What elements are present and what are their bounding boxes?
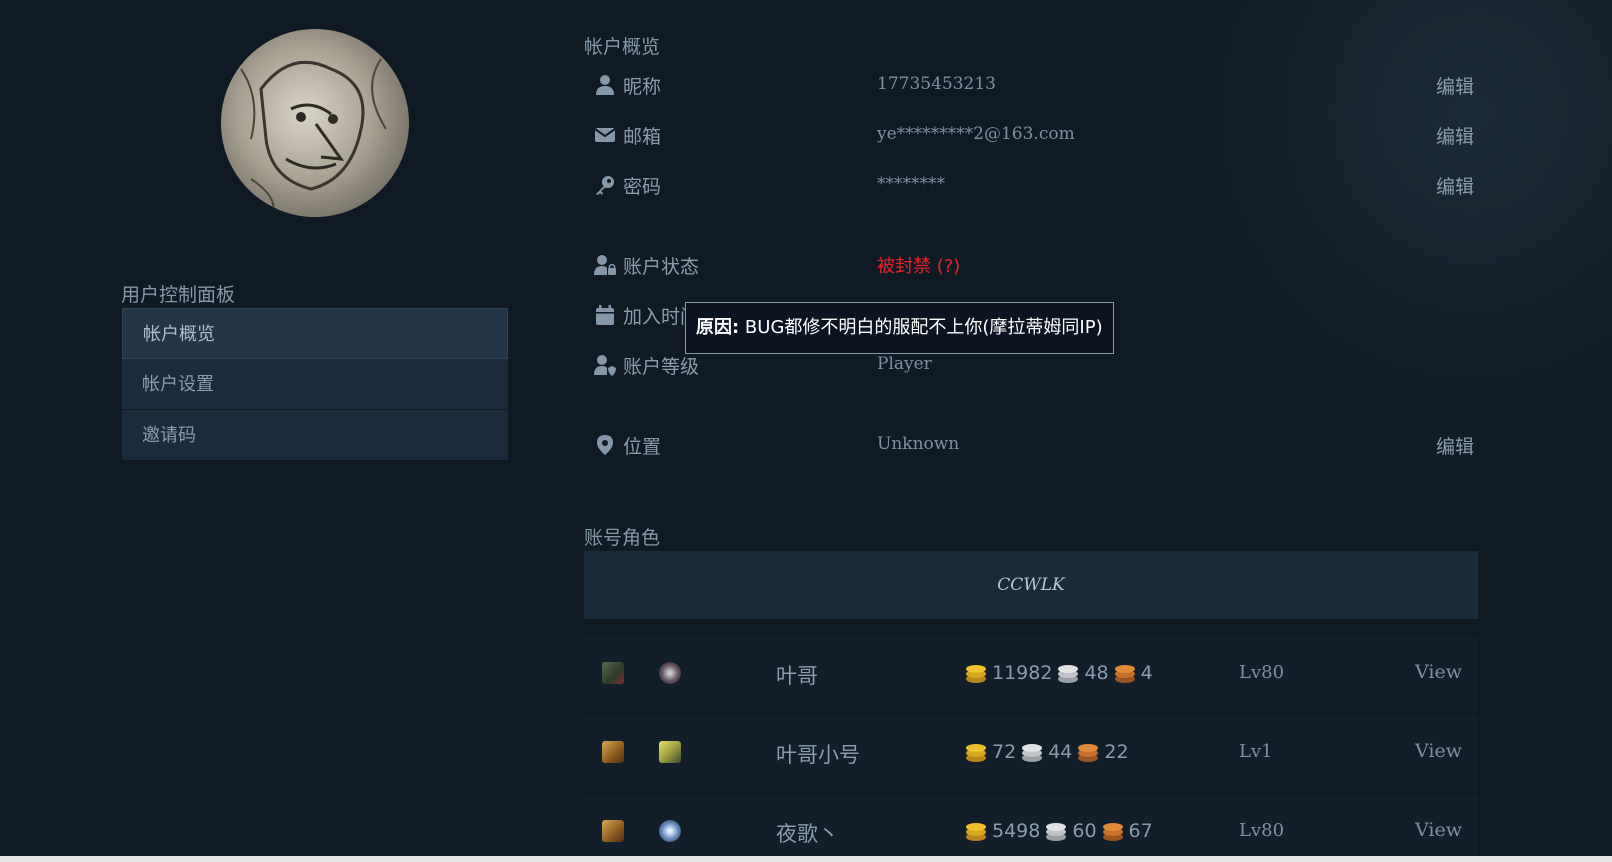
map-marker-icon xyxy=(597,435,613,455)
human-race-icon xyxy=(602,741,624,763)
character-money: 72 44 22 xyxy=(964,740,1129,764)
undead-race-icon xyxy=(602,662,624,684)
level-value: Player xyxy=(877,354,932,374)
copper-amount: 22 xyxy=(1104,741,1129,763)
password-row: 密码 ******** 编辑 xyxy=(584,165,1474,205)
gold-coin-icon xyxy=(966,823,986,841)
status-row: 账户状态 被封禁 (?) xyxy=(584,245,1474,285)
sidebar-title: 用户控制面板 xyxy=(121,284,236,306)
gold-amount: 11982 xyxy=(992,662,1053,684)
copper-amount: 67 xyxy=(1128,820,1153,842)
tooltip-text: BUG都修不明白的服配不上你(摩拉蒂姆同IP) xyxy=(739,317,1103,338)
character-level: Lv1 xyxy=(1239,741,1273,762)
email-value: ye*********2@163.com xyxy=(877,124,1075,144)
nickname-row: 昵称 17735453213 编辑 xyxy=(584,65,1474,105)
silver-amount: 44 xyxy=(1048,741,1073,763)
copper-coin-icon xyxy=(1078,744,1099,762)
gold-coin-icon xyxy=(966,665,986,683)
envelope-icon xyxy=(594,128,616,142)
character-name: 夜歌丶 xyxy=(776,822,839,846)
characters-title: 账号角色 xyxy=(584,527,661,549)
human-race-icon xyxy=(602,820,624,842)
view-character-button[interactable]: View xyxy=(1415,740,1462,762)
bottom-scrollbar xyxy=(0,856,1612,862)
sidebar-item-settings[interactable]: 帐户设置 xyxy=(122,359,508,410)
gold-coin-icon xyxy=(966,744,986,762)
email-label: 邮箱 xyxy=(623,126,662,148)
character-money: 5498 60 67 xyxy=(964,819,1153,843)
copper-coin-icon xyxy=(1102,823,1123,841)
location-value: Unknown xyxy=(877,434,960,454)
edit-password-button[interactable]: 编辑 xyxy=(1436,172,1474,199)
silver-amount: 60 xyxy=(1072,820,1097,842)
silver-amount: 48 xyxy=(1084,662,1109,684)
location-label: 位置 xyxy=(623,436,662,458)
status-value[interactable]: 被封禁 (?) xyxy=(877,252,960,278)
password-label: 密码 xyxy=(623,176,662,198)
view-character-button[interactable]: View xyxy=(1415,661,1462,683)
avatar xyxy=(221,29,409,217)
sidebar-menu: 帐户概览 帐户设置 邀请码 xyxy=(122,308,508,461)
realm-header: CCWLK xyxy=(584,551,1478,619)
nickname-label: 昵称 xyxy=(623,76,662,98)
user-lock-icon xyxy=(594,255,616,275)
character-level: Lv80 xyxy=(1239,662,1285,683)
character-name: 叶哥小号 xyxy=(776,743,860,767)
view-character-button[interactable]: View xyxy=(1415,819,1462,841)
copper-amount: 4 xyxy=(1140,662,1153,684)
edit-location-button[interactable]: 编辑 xyxy=(1436,432,1474,459)
user-shield-icon xyxy=(594,355,616,376)
character-row: 叶哥 11982 48 4 Lv80 View xyxy=(584,636,1478,712)
character-row: 叶哥小号 72 44 22 Lv1 View xyxy=(584,715,1478,791)
silver-coin-icon xyxy=(1058,665,1079,683)
edit-email-button[interactable]: 编辑 xyxy=(1436,122,1474,149)
overview-title: 帐户概览 xyxy=(584,36,661,58)
gold-amount: 72 xyxy=(992,741,1017,763)
character-row: 夜歌丶 5498 60 67 Lv80 View xyxy=(584,794,1478,862)
avatar-portrait-icon xyxy=(240,58,387,217)
character-name: 叶哥 xyxy=(776,664,818,688)
gold-amount: 5498 xyxy=(992,820,1041,842)
sidebar-item-invite-code[interactable]: 邀请码 xyxy=(122,410,508,461)
password-value: ******** xyxy=(877,174,945,194)
ban-reason-tooltip: 原因: BUG都修不明白的服配不上你(摩拉蒂姆同IP) xyxy=(685,302,1114,354)
character-money: 11982 48 4 xyxy=(964,661,1153,685)
level-label: 账户等级 xyxy=(623,356,700,378)
location-row: 位置 Unknown 编辑 xyxy=(584,425,1474,465)
calendar-icon xyxy=(596,305,614,325)
key-icon xyxy=(596,176,614,195)
mage-class-icon xyxy=(659,820,681,842)
tooltip-prefix: 原因: xyxy=(696,317,740,338)
copper-coin-icon xyxy=(1114,665,1135,683)
nickname-value: 17735453213 xyxy=(877,74,996,94)
silver-coin-icon xyxy=(1046,823,1067,841)
silver-coin-icon xyxy=(1022,744,1043,762)
paladin-class-icon xyxy=(659,741,681,763)
email-row: 邮箱 ye*********2@163.com 编辑 xyxy=(584,115,1474,155)
user-icon xyxy=(596,75,614,95)
edit-nickname-button[interactable]: 编辑 xyxy=(1436,72,1474,99)
death-knight-class-icon xyxy=(659,662,681,684)
status-label: 账户状态 xyxy=(623,256,700,278)
sidebar-item-overview[interactable]: 帐户概览 xyxy=(122,308,508,359)
character-level: Lv80 xyxy=(1239,820,1285,841)
